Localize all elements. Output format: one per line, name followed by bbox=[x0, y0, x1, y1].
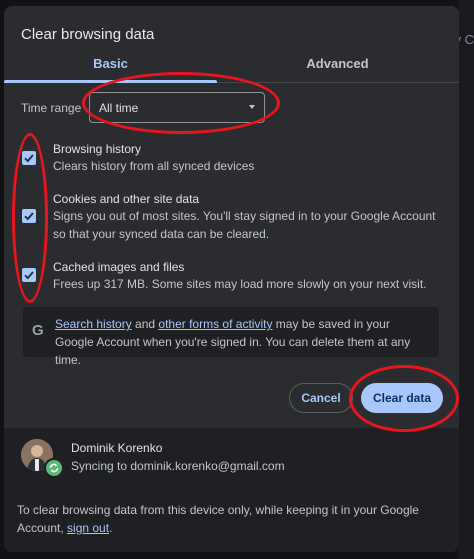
activity-info-text: Search history and other forms of activi… bbox=[55, 315, 431, 369]
sign-out-note-end: . bbox=[109, 521, 113, 535]
google-g-icon: G bbox=[32, 322, 44, 339]
account-footer: Dominik Korenko Syncing to dominik.koren… bbox=[4, 428, 459, 552]
sync-icon bbox=[44, 458, 64, 478]
cached-images-checkbox[interactable] bbox=[22, 268, 36, 282]
cancel-button[interactable]: Cancel bbox=[289, 383, 353, 413]
checkmark-icon bbox=[24, 212, 34, 221]
cached-images-title: Cached images and files bbox=[53, 260, 185, 274]
account-name: Dominik Korenko bbox=[71, 441, 163, 455]
tab-advanced[interactable]: Advanced bbox=[231, 52, 444, 82]
dialog-title: Clear browsing data bbox=[21, 26, 155, 43]
tab-bar: Basic Advanced bbox=[4, 52, 459, 83]
browsing-history-description: Clears history from all synced devices bbox=[53, 159, 255, 173]
tab-basic[interactable]: Basic bbox=[4, 52, 217, 82]
cookies-description: Signs you out of most sites. You'll stay… bbox=[53, 209, 436, 241]
clear-browsing-data-dialog: Clear browsing data Basic Advanced Time … bbox=[4, 6, 459, 552]
cookies-title: Cookies and other site data bbox=[53, 192, 200, 206]
browsing-history-checkbox[interactable] bbox=[22, 151, 36, 165]
sign-out-link[interactable]: sign out bbox=[67, 521, 109, 535]
background-page-strip bbox=[458, 0, 474, 559]
tab-selected-indicator bbox=[4, 80, 217, 83]
checkmark-icon bbox=[24, 271, 34, 280]
sign-out-note: To clear browsing data from this device … bbox=[17, 501, 437, 537]
checkmark-icon bbox=[24, 154, 34, 163]
other-activity-link[interactable]: other forms of activity bbox=[158, 317, 272, 331]
dropdown-arrow-icon bbox=[249, 105, 255, 109]
info-and-text: and bbox=[131, 317, 159, 331]
time-range-select[interactable]: All time bbox=[89, 92, 265, 123]
search-history-link[interactable]: Search history bbox=[55, 317, 132, 331]
cached-images-description: Frees up 317 MB. Some sites may load mor… bbox=[53, 277, 427, 291]
browsing-history-title: Browsing history bbox=[53, 142, 142, 156]
cookies-checkbox[interactable] bbox=[22, 209, 36, 223]
time-range-value: All time bbox=[99, 101, 139, 115]
activity-info-box: G Search history and other forms of acti… bbox=[23, 307, 439, 367]
clear-data-button[interactable]: Clear data bbox=[361, 383, 443, 413]
account-sync-status: Syncing to dominik.korenko@gmail.com bbox=[71, 459, 285, 473]
time-range-label: Time range bbox=[21, 101, 82, 115]
